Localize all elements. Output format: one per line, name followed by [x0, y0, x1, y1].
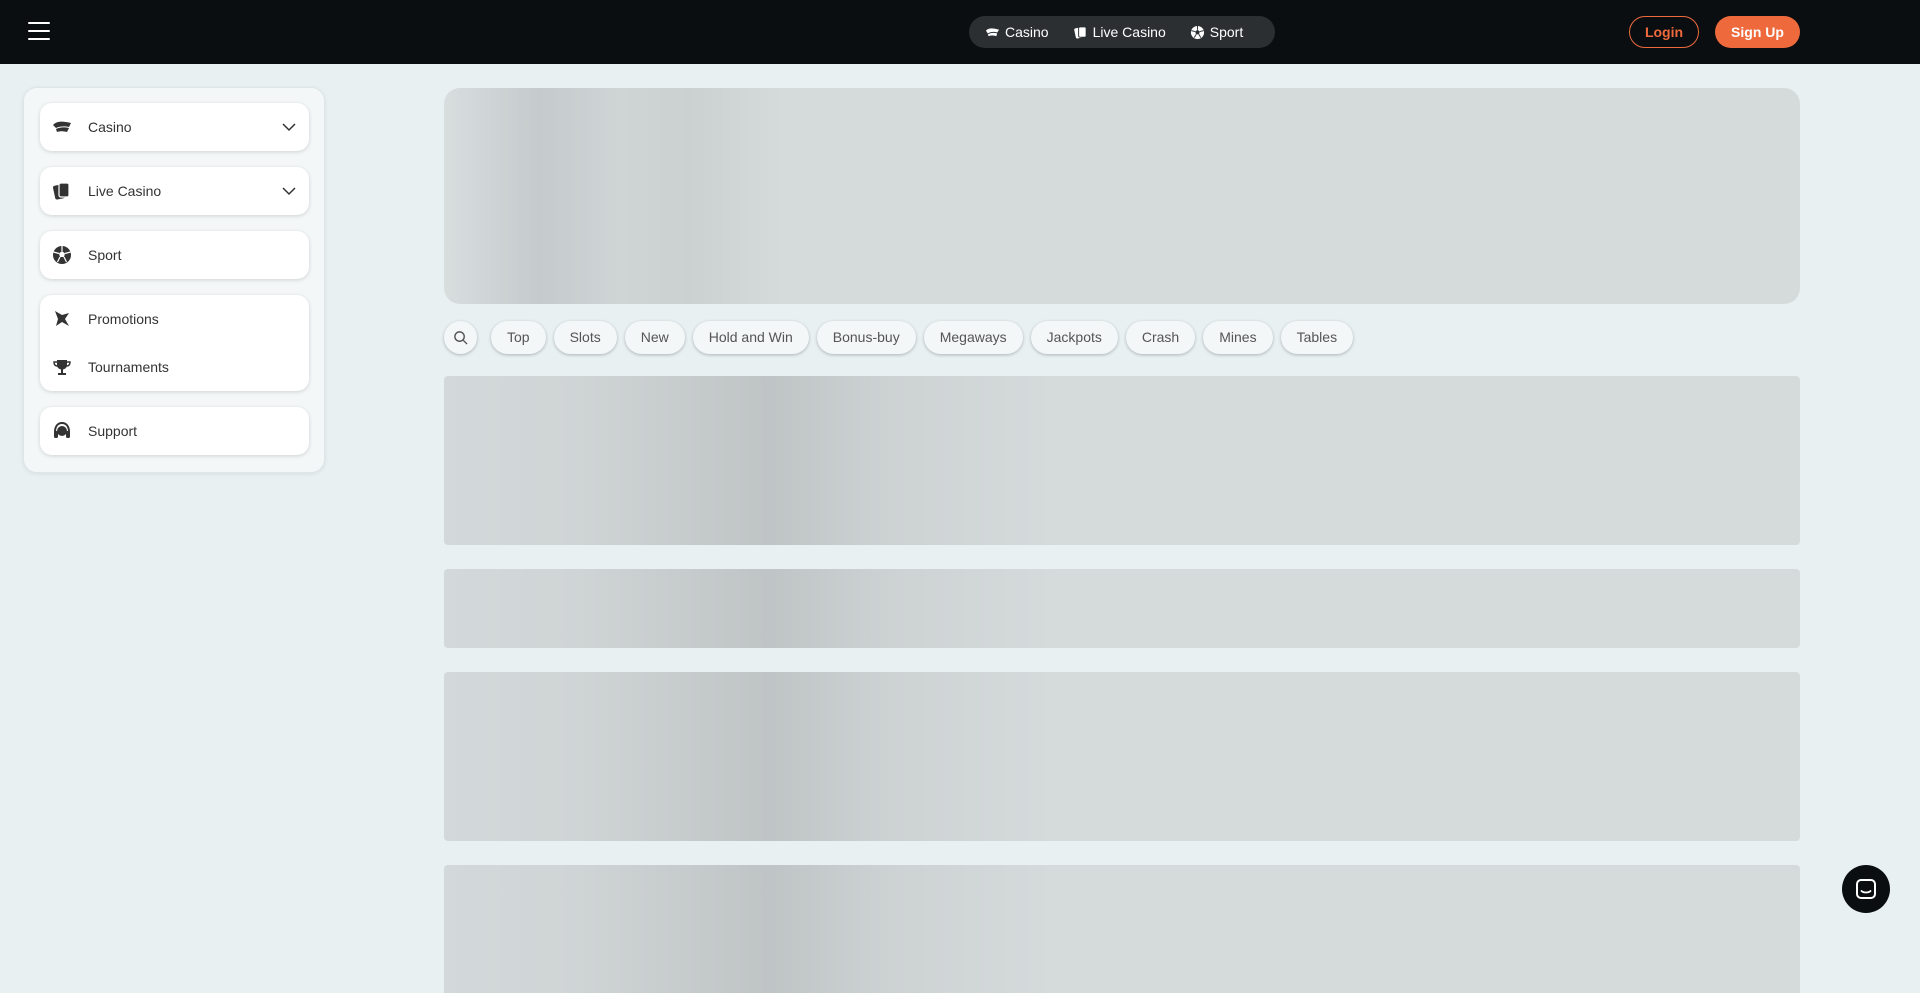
- topnav-sport-label: Sport: [1209, 24, 1244, 40]
- sign-up-button[interactable]: Sign Up: [1715, 16, 1800, 48]
- filter-chip-bonus-buy[interactable]: Bonus-buy: [816, 320, 916, 354]
- banner-placeholder: [444, 88, 1800, 304]
- filter-chip-crash[interactable]: Crash: [1125, 320, 1196, 354]
- sidebar-item-label: Tournaments: [88, 359, 169, 375]
- cards-icon: [1073, 25, 1087, 39]
- chevron-down-icon[interactable]: [281, 119, 297, 135]
- sidebar: Casino Live Casino Sport Promotions Tour…: [23, 87, 325, 473]
- casino-icon: [985, 27, 1000, 36]
- sidebar-card-sport: Sport: [40, 231, 309, 279]
- soccer-ball-icon: [1190, 25, 1204, 39]
- search-button[interactable]: [444, 320, 477, 354]
- sidebar-item-label: Live Casino: [88, 183, 162, 199]
- filter-chip-megaways[interactable]: Megaways: [923, 320, 1023, 354]
- filter-chip-top[interactable]: Top: [491, 320, 546, 354]
- filter-chip-slots[interactable]: Slots: [553, 320, 617, 354]
- topnav-sport[interactable]: Sport: [1182, 16, 1251, 48]
- sidebar-card-casino: Casino: [40, 103, 309, 151]
- sidebar-card-live-casino: Live Casino: [40, 167, 309, 215]
- login-button[interactable]: Login: [1629, 16, 1699, 48]
- topnav-casino-label: Casino: [1005, 24, 1049, 40]
- chat-button[interactable]: [1842, 865, 1890, 913]
- sidebar-item-sport[interactable]: Sport: [40, 231, 309, 279]
- chevron-down-icon[interactable]: [281, 183, 297, 199]
- sidebar-item-label: Sport: [88, 247, 122, 263]
- sidebar-item-casino[interactable]: Casino: [40, 103, 309, 151]
- topnav-live-casino[interactable]: Live Casino: [1065, 16, 1174, 48]
- top-bar: Casino Live Casino Sport Login Sign Up: [0, 0, 1920, 64]
- sidebar-card-support: Support: [40, 407, 309, 455]
- game-row-placeholder: [444, 672, 1800, 841]
- game-row-placeholder: [444, 569, 1800, 648]
- sidebar-item-promotions[interactable]: Promotions: [40, 295, 309, 343]
- sidebar-item-tournaments[interactable]: Tournaments: [40, 343, 309, 391]
- game-row-placeholder: [444, 865, 1800, 993]
- filter-chip-hold-and-win[interactable]: Hold and Win: [692, 320, 809, 354]
- category-filter-bar: Top Slots New Hold and Win Bonus-buy Meg…: [444, 320, 1361, 354]
- star-badge-icon: [52, 309, 72, 329]
- sidebar-card-promos: Promotions Tournaments: [40, 295, 309, 391]
- casino-icon: [52, 117, 72, 137]
- cards-icon: [52, 181, 72, 201]
- menu-icon[interactable]: [28, 22, 50, 40]
- sidebar-item-label: Promotions: [88, 311, 159, 327]
- headset-icon: [52, 421, 72, 441]
- sidebar-item-support[interactable]: Support: [40, 407, 309, 455]
- game-row-placeholder: [444, 376, 1800, 545]
- sidebar-item-label: Casino: [88, 119, 132, 135]
- search-icon: [454, 330, 468, 345]
- top-nav: Casino Live Casino Sport: [969, 16, 1275, 48]
- sidebar-item-live-casino[interactable]: Live Casino: [40, 167, 309, 215]
- filter-chip-new[interactable]: New: [624, 320, 685, 354]
- chat-icon: [1856, 879, 1876, 899]
- filter-chip-jackpots[interactable]: Jackpots: [1030, 320, 1118, 354]
- filter-chip-tables[interactable]: Tables: [1280, 320, 1354, 354]
- sidebar-item-label: Support: [88, 423, 138, 439]
- filter-chip-mines[interactable]: Mines: [1203, 320, 1273, 354]
- topnav-casino[interactable]: Casino: [977, 16, 1057, 48]
- trophy-icon: [52, 357, 72, 377]
- soccer-ball-icon: [52, 245, 72, 265]
- topnav-live-casino-label: Live Casino: [1092, 24, 1166, 40]
